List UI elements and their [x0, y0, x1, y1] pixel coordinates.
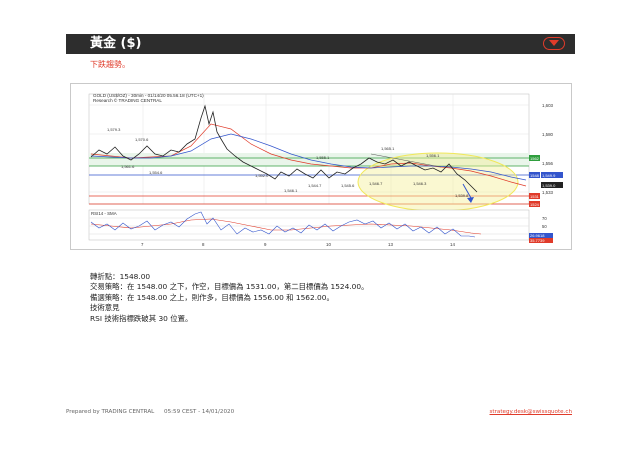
alternative-text: 備選策略：在 1548.00 之上，則作多，目標價為 1556.00 和 156… [90, 292, 334, 302]
peak-label: 1,555.1 [316, 155, 330, 160]
price-axis-label: 1,580 [542, 132, 554, 137]
price-axis-label: 1,603 [542, 103, 554, 108]
comment-heading: 技術意見 [90, 303, 120, 313]
trough-label: 1,546.1 [284, 188, 298, 193]
price-chart: GOLD (US$/OZ) - 30min - 01/14/20 05.56.1… [70, 83, 572, 250]
header-bar: 黃金 ($) [66, 34, 575, 54]
trough-label: 1,561.6 [121, 164, 135, 169]
price-axis-label: 1,533 [542, 190, 554, 195]
current-price-tag: 1,539.0 [542, 183, 556, 188]
peak-label: 1,565.1 [381, 146, 395, 151]
x-axis-label: 9 [264, 242, 267, 247]
price-axis-label: 1,556 [542, 161, 554, 166]
chart-provider-label: Research © TRADING CENTRAL [93, 97, 162, 103]
peak-label: 1,556.1 [426, 153, 440, 158]
trough-label: 1,552.0 [255, 173, 269, 178]
collapse-button[interactable] [543, 37, 565, 50]
strategy-text: 交易策略：在 1548.00 之下，作空，目標價為 1531.00，第二目標價為… [90, 282, 369, 292]
comment-text: RSI 技術指標跌破其 30 位置。 [90, 313, 193, 323]
trough-label: 1,546.7 [369, 181, 383, 186]
peak-label: 1,579.3 [107, 127, 121, 132]
rsi-axis-label: 70 [542, 216, 547, 221]
peak-label: 1,570.6 [135, 137, 149, 142]
x-axis-label: 7 [141, 242, 144, 247]
contact-email-link[interactable]: strategy.desk@swissquote.ch [490, 409, 572, 415]
page-title: 黃金 ($) [90, 36, 142, 51]
x-axis-label: 8 [202, 242, 205, 247]
level-tag: 1548 [530, 173, 540, 178]
level-tag: 1531 [530, 194, 540, 199]
chart-svg: GOLD (US$/OZ) - 30min - 01/14/20 05.56.1… [88, 93, 563, 247]
x-axis-label: 10 [326, 242, 331, 247]
level-tag: 1562 [530, 156, 540, 161]
pivot-text: 轉折點：1548.00 [90, 272, 151, 281]
trough-label: 1,554.6 [149, 170, 163, 175]
rsi-title: RSI14 - SMA [91, 211, 117, 216]
trough-label: 1,545.6 [341, 183, 355, 188]
chevron-down-icon [549, 40, 559, 46]
trough-label: 1,546.3 [413, 181, 427, 186]
x-axis-label: 14 [450, 242, 455, 247]
rsi-axis-label: 50 [542, 224, 547, 229]
footer-timestamp: 05:59 CEST - 14/01/2020 [164, 409, 235, 415]
prepared-by: Prepared by TRADING CENTRAL [66, 409, 155, 415]
footer-left: Prepared by TRADING CENTRAL 05:59 CEST -… [66, 409, 242, 415]
report-page: 黃金 ($) 下跌趨勢。 GOLD (US$/OZ) - 30min - 01/… [0, 0, 640, 453]
current-price-tag: 1,549.9 [542, 173, 556, 178]
trough-label: 1,539.8 [455, 193, 469, 198]
rsi-tag: 35.7739 [530, 238, 545, 243]
trough-label: 1,544.7 [308, 183, 322, 188]
x-axis-label: 13 [388, 242, 393, 247]
trend-subtitle: 下跌趨勢。 [90, 60, 130, 69]
level-tag: 1524 [530, 202, 540, 207]
analysis-section: 轉折點：1548.00 交易策略：在 1548.00 之下，作空，目標價為 15… [90, 272, 368, 324]
